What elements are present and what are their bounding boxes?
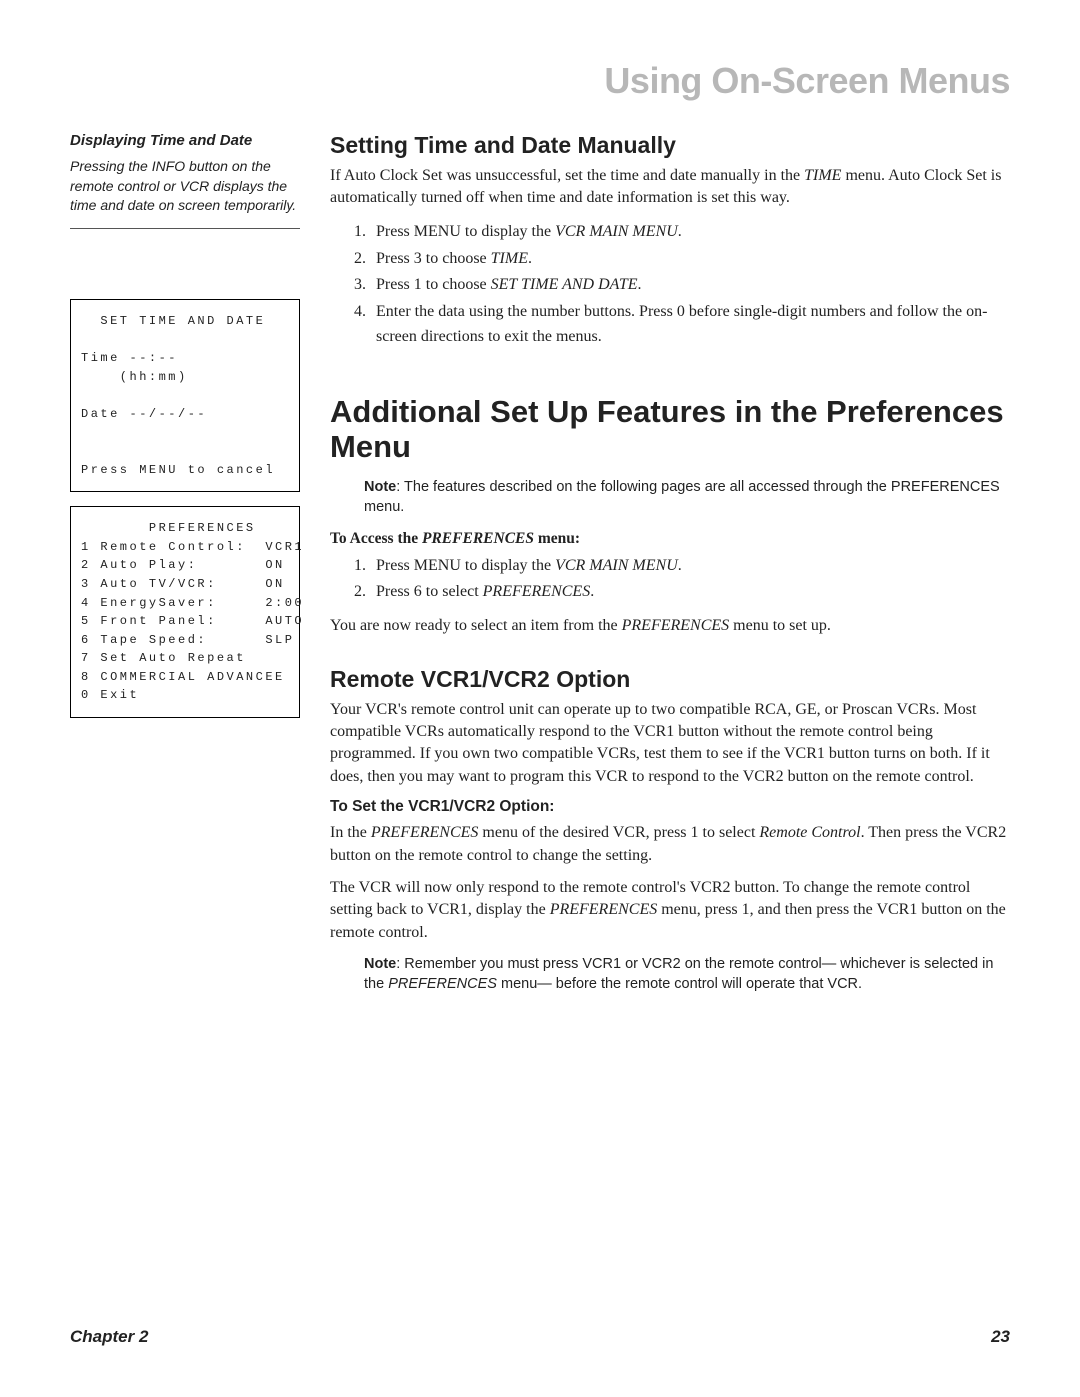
text: .: [678, 223, 682, 240]
osd-line: 4 EnergySaver: 2:00: [81, 596, 304, 610]
osd-line: 7 Set Auto Repeat: [81, 651, 246, 665]
osd-line: SET TIME AND DATE: [81, 314, 265, 328]
menu-name: PREFERENCES: [422, 530, 534, 547]
text: Press MENU to display the: [376, 557, 555, 574]
text: .: [678, 557, 682, 574]
text: menu— before the remote control will ope…: [497, 976, 862, 992]
text: Press 1 to choose: [376, 276, 491, 293]
menu-name: PREFERENCES: [550, 901, 658, 918]
text: menu to set up.: [729, 617, 831, 634]
osd-set-time-date: SET TIME AND DATE Time --:-- (hh:mm) Dat…: [70, 299, 300, 492]
main-column: Setting Time and Date Manually If Auto C…: [330, 132, 1010, 1007]
paragraph: The VCR will now only respond to the rem…: [330, 877, 1010, 944]
note-box: Note: The features described on the foll…: [364, 477, 1010, 518]
steps-list: Press MENU to display the VCR MAIN MENU.…: [330, 220, 1010, 350]
menu-name: PREFERENCES: [371, 824, 479, 841]
text: .: [590, 583, 594, 600]
note-label: Note: [364, 479, 396, 495]
text: Press 3 to choose: [376, 250, 491, 267]
menu-name: Remote Control: [759, 824, 860, 841]
text: In the: [330, 824, 371, 841]
step-item: Enter the data using the number buttons.…: [370, 300, 1010, 350]
text: Press 6 to select: [376, 583, 483, 600]
menu-name: SET TIME AND DATE: [491, 276, 638, 293]
menu-name: VCR MAIN MENU: [555, 223, 678, 240]
osd-line: 8 COMMERCIAL ADVANCEE: [81, 670, 285, 684]
menu-name: VCR MAIN MENU: [555, 557, 678, 574]
sidebar-column: Displaying Time and Date Pressing the IN…: [70, 132, 300, 1007]
heading-preferences: Additional Set Up Features in the Prefer…: [330, 394, 1010, 465]
menu-name: PREFERENCES: [483, 583, 591, 600]
content-columns: Displaying Time and Date Pressing the IN…: [70, 132, 1010, 1007]
osd-line: 0 Exit: [81, 688, 139, 702]
osd-line: 3 Auto TV/VCR: ON: [81, 577, 285, 591]
text: .: [528, 250, 532, 267]
text: menu of the desired VCR, press 1 to sele…: [478, 824, 759, 841]
chapter-header: Using On-Screen Menus: [70, 60, 1010, 102]
paragraph: Your VCR's remote control unit can opera…: [330, 699, 1010, 789]
osd-line: Time --:--: [81, 351, 178, 365]
heading-remote-option: Remote VCR1/VCR2 Option: [330, 666, 1010, 693]
osd-line: 2 Auto Play: ON: [81, 558, 285, 572]
run-in-heading: To Set the VCR1/VCR2 Option:: [330, 798, 1010, 816]
footer-chapter: Chapter 2: [70, 1327, 148, 1347]
menu-name: TIME: [804, 167, 841, 184]
menu-name: PREFERENCES: [388, 976, 497, 992]
paragraph: If Auto Clock Set was unsuccessful, set …: [330, 165, 1010, 210]
osd-preferences: PREFERENCES 1 Remote Control: VCR1 2 Aut…: [70, 506, 300, 718]
page-footer: Chapter 2 23: [70, 1327, 1010, 1347]
footer-page-number: 23: [991, 1327, 1010, 1347]
menu-name: PREFERENCES: [622, 617, 730, 634]
osd-line: 5 Front Panel: AUTO: [81, 614, 304, 628]
osd-line: (hh:mm): [81, 370, 188, 384]
osd-line: PREFERENCES: [81, 521, 256, 535]
manual-page: Using On-Screen Menus Displaying Time an…: [0, 0, 1080, 1397]
osd-line: 6 Tape Speed: SLP: [81, 633, 294, 647]
text: .: [637, 276, 641, 293]
steps-list: Press MENU to display the VCR MAIN MENU.…: [330, 554, 1010, 606]
step-item: Press 1 to choose SET TIME AND DATE.: [370, 273, 1010, 298]
text: : The features described on the followin…: [364, 479, 1000, 515]
text: Press MENU to display the: [376, 223, 555, 240]
step-item: Press 3 to choose TIME.: [370, 247, 1010, 272]
step-item: Press MENU to display the VCR MAIN MENU.: [370, 554, 1010, 579]
step-item: Press MENU to display the VCR MAIN MENU.: [370, 220, 1010, 245]
paragraph: You are now ready to select an item from…: [330, 615, 1010, 637]
osd-line: 1 Remote Control: VCR1: [81, 540, 304, 554]
sidebar-tip-heading: Displaying Time and Date: [70, 132, 300, 149]
run-in-heading: To Access the PREFERENCES menu:: [330, 530, 1010, 548]
text: Enter the data using the number buttons.…: [376, 303, 987, 345]
step-item: Press 6 to select PREFERENCES.: [370, 580, 1010, 605]
text: You are now ready to select an item from…: [330, 617, 622, 634]
heading-setting-time: Setting Time and Date Manually: [330, 132, 1010, 159]
note-box: Note: Remember you must press VCR1 or VC…: [364, 954, 1010, 995]
menu-name: TIME: [491, 250, 528, 267]
paragraph: In the PREFERENCES menu of the desired V…: [330, 822, 1010, 867]
text: If Auto Clock Set was unsuccessful, set …: [330, 167, 804, 184]
osd-line: Date --/--/--: [81, 407, 207, 421]
text: menu:: [534, 530, 580, 547]
sidebar-tip-body: Pressing the INFO button on the remote c…: [70, 157, 300, 229]
osd-line: Press MENU to cancel: [81, 463, 275, 477]
text: To Access the: [330, 530, 422, 547]
note-label: Note: [364, 956, 396, 972]
